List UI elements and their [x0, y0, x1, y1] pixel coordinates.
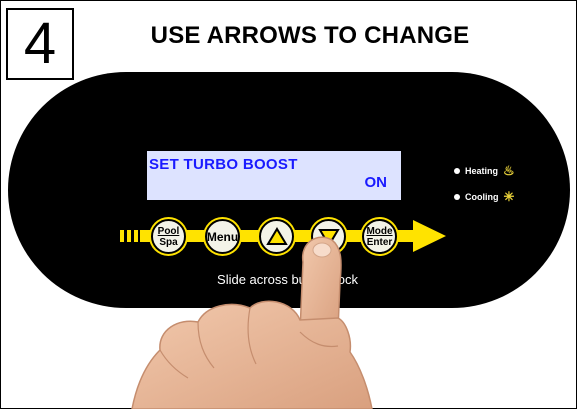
pool-label: Pool — [157, 225, 180, 237]
mode-label: Mode — [366, 225, 393, 237]
heating-label: Heating — [465, 165, 499, 176]
heating-icon: ♨ — [503, 163, 515, 178]
step-number: 4 — [23, 11, 57, 76]
cooling-indicator: Cooling ✳ — [454, 190, 514, 203]
up-arrow-icon — [265, 226, 288, 245]
heating-led — [454, 167, 460, 174]
up-button[interactable] — [259, 219, 294, 254]
instruction-headline: USE ARROWS TO CHANGE — [150, 22, 470, 49]
down-button[interactable] — [311, 219, 346, 254]
cooling-led — [454, 193, 460, 200]
pool-spa-button[interactable]: Pool Spa — [151, 219, 186, 254]
lcd-line-value: ON — [364, 174, 388, 191]
lcd-line-setting: SET TURBO BOOST — [149, 156, 298, 173]
step-number-box: 4 — [6, 8, 74, 80]
enter-label: Enter — [366, 236, 393, 248]
slide-to-unlock-hint: Slide across bu o unlock — [217, 272, 358, 287]
cooling-icon: ✳ — [503, 189, 515, 204]
down-arrow-icon — [317, 228, 340, 247]
lcd-display: SET TURBO BOOST ON — [147, 151, 401, 200]
mode-enter-button[interactable]: Mode Enter — [362, 219, 397, 254]
cooling-label: Cooling — [465, 191, 499, 202]
menu-label: Menu — [206, 229, 239, 244]
menu-button[interactable]: Menu — [205, 219, 240, 254]
heating-indicator: Heating ♨ — [454, 164, 515, 177]
spa-label: Spa — [159, 236, 178, 248]
